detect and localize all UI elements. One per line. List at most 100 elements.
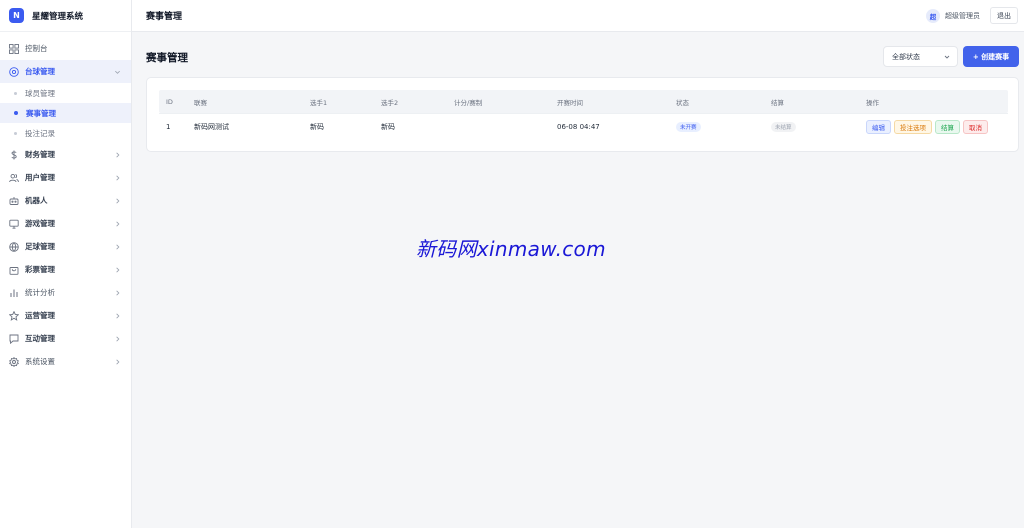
table-header: ID 联赛 选手1 选手2 计分/赛制 开赛时间 状态 结算 操作: [159, 90, 1008, 113]
chevron-right-icon: [114, 243, 121, 250]
sidebar-subitem-label: 赛事管理: [26, 108, 56, 118]
bet-options-button[interactable]: 投注选项: [894, 120, 932, 134]
column-header: 开赛时间: [557, 98, 583, 107]
matches-table: ID 联赛 选手1 选手2 计分/赛制 开赛时间 状态 结算 操作 1 新码网测…: [159, 90, 1008, 140]
bullet-dot-icon: [14, 91, 17, 95]
column-header: 联赛: [194, 98, 207, 107]
sidebar-subitem-label: 球员管理: [25, 88, 55, 98]
globe-icon: [8, 241, 19, 252]
sidebar-subitem-players[interactable]: 球员管理: [0, 83, 131, 103]
status-badge: 未开赛: [676, 122, 701, 132]
star-icon: [8, 310, 19, 321]
cell-status: 未开赛: [676, 122, 701, 132]
chevron-right-icon: [114, 289, 121, 296]
chevron-right-icon: [114, 197, 121, 204]
sidebar-item-label: 统计分析: [25, 288, 55, 297]
settlement-badge: 未结算: [771, 122, 796, 132]
sidebar-item-settings[interactable]: 系统设置: [0, 350, 131, 373]
monitor-icon: [8, 218, 19, 229]
gear-icon: [8, 356, 19, 367]
sidebar-item-label: 互动管理: [25, 334, 55, 343]
column-header: 选手1: [310, 98, 328, 107]
top-bar: 赛事管理 超 超级管理员 退出: [132, 0, 1024, 32]
sidebar-subitem-label: 投注记录: [25, 128, 55, 138]
avatar[interactable]: 超: [926, 8, 940, 23]
settle-button[interactable]: 结算: [935, 120, 960, 134]
chevron-down-icon: [944, 54, 950, 60]
sidebar-item-robots[interactable]: 机器人: [0, 189, 131, 212]
user-name: 超级管理员: [945, 11, 980, 20]
sidebar-item-operations[interactable]: 运营管理: [0, 304, 131, 327]
user-area: 超 超级管理员 退出: [926, 7, 1018, 24]
sidebar-item-label: 足球管理: [25, 242, 55, 251]
column-header: 计分/赛制: [454, 98, 483, 107]
dashboard-grid-icon: [8, 43, 19, 54]
sidebar-item-football[interactable]: 足球管理: [0, 235, 131, 258]
logout-button[interactable]: 退出: [990, 7, 1018, 24]
sidebar-item-label: 运营管理: [25, 311, 55, 320]
topbar-title: 赛事管理: [146, 12, 183, 22]
status-filter-select[interactable]: 全部状态: [883, 46, 958, 67]
brand-logo: N: [9, 8, 24, 23]
chevron-right-icon: [114, 266, 121, 273]
cell-id: 1: [166, 123, 171, 131]
chevron-right-icon: [114, 358, 121, 365]
sidebar-item-statistics[interactable]: 统计分析: [0, 281, 131, 304]
sidebar-item-billiards[interactable]: 台球管理: [0, 60, 131, 83]
robot-icon: [8, 195, 19, 206]
sidebar-item-lottery[interactable]: 彩票管理: [0, 258, 131, 281]
watermark-text: 新码网xinmaw.com: [416, 237, 606, 261]
brand-name: 星耀管理系统: [32, 11, 84, 22]
table-row: 1 新码网测试 新码 新码 06-08 04:47 未开赛 未结算 编辑 投注选…: [159, 113, 1008, 140]
chevron-right-icon: [114, 174, 121, 181]
sidebar: N 星耀管理系统 控制台 台球管理 球员管理 赛事管理 投注记录 财务管理 用户…: [0, 0, 132, 528]
column-header: 操作: [866, 98, 879, 107]
sidebar-item-label: 机器人: [25, 196, 48, 205]
sidebar-item-users[interactable]: 用户管理: [0, 166, 131, 189]
sidebar-item-label: 彩票管理: [25, 265, 55, 274]
cell-player1: 新码: [310, 123, 324, 131]
chevron-down-icon: [114, 68, 121, 75]
users-icon: [8, 172, 19, 183]
sidebar-subitem-matches[interactable]: 赛事管理: [0, 103, 131, 123]
sidebar-item-interaction[interactable]: 互动管理: [0, 327, 131, 350]
matches-card: ID 联赛 选手1 选手2 计分/赛制 开赛时间 状态 结算 操作 1 新码网测…: [146, 77, 1019, 152]
bullet-dot-icon: [14, 111, 18, 115]
chevron-right-icon: [114, 312, 121, 319]
edit-button[interactable]: 编辑: [866, 120, 891, 134]
sidebar-item-label: 游戏管理: [25, 219, 55, 228]
chevron-right-icon: [114, 151, 121, 158]
shopping-bag-icon: [8, 264, 19, 275]
sidebar-subitem-bets[interactable]: 投注记录: [0, 123, 131, 143]
chevron-right-icon: [114, 335, 121, 342]
chat-bubble-icon: [8, 333, 19, 344]
column-header: ID: [166, 97, 173, 106]
cell-settlement: 未结算: [771, 122, 796, 132]
status-filter-value: 全部状态: [892, 52, 920, 61]
chevron-right-icon: [114, 220, 121, 227]
sidebar-item-dashboard[interactable]: 控制台: [0, 37, 131, 60]
create-match-button[interactable]: + 创建赛事: [963, 46, 1019, 67]
cell-start-time: 06-08 04:47: [557, 123, 600, 131]
sidebar-item-finance[interactable]: 财务管理: [0, 143, 131, 166]
cell-player2: 新码: [381, 123, 395, 131]
billiards-ball-icon: [8, 66, 19, 77]
column-header: 状态: [676, 98, 689, 107]
brand: N 星耀管理系统: [0, 0, 131, 32]
cell-league: 新码网测试: [194, 123, 229, 131]
row-actions: 编辑 投注选项 结算 取消: [866, 120, 988, 134]
column-header: 选手2: [381, 98, 399, 107]
cancel-button[interactable]: 取消: [963, 120, 988, 134]
bullet-dot-icon: [14, 131, 17, 135]
sidebar-item-label: 用户管理: [25, 173, 55, 182]
sidebar-nav: 控制台 台球管理 球员管理 赛事管理 投注记录 财务管理 用户管理 机器人 游戏…: [0, 32, 131, 373]
page-title: 赛事管理: [146, 52, 188, 64]
dollar-icon: [8, 149, 19, 160]
sidebar-item-label: 台球管理: [25, 67, 55, 76]
sidebar-item-label: 控制台: [25, 44, 48, 53]
column-header: 结算: [771, 98, 784, 107]
bar-chart-icon: [8, 287, 19, 298]
sidebar-item-games[interactable]: 游戏管理: [0, 212, 131, 235]
sidebar-item-label: 系统设置: [25, 357, 55, 366]
sidebar-item-label: 财务管理: [25, 150, 55, 159]
